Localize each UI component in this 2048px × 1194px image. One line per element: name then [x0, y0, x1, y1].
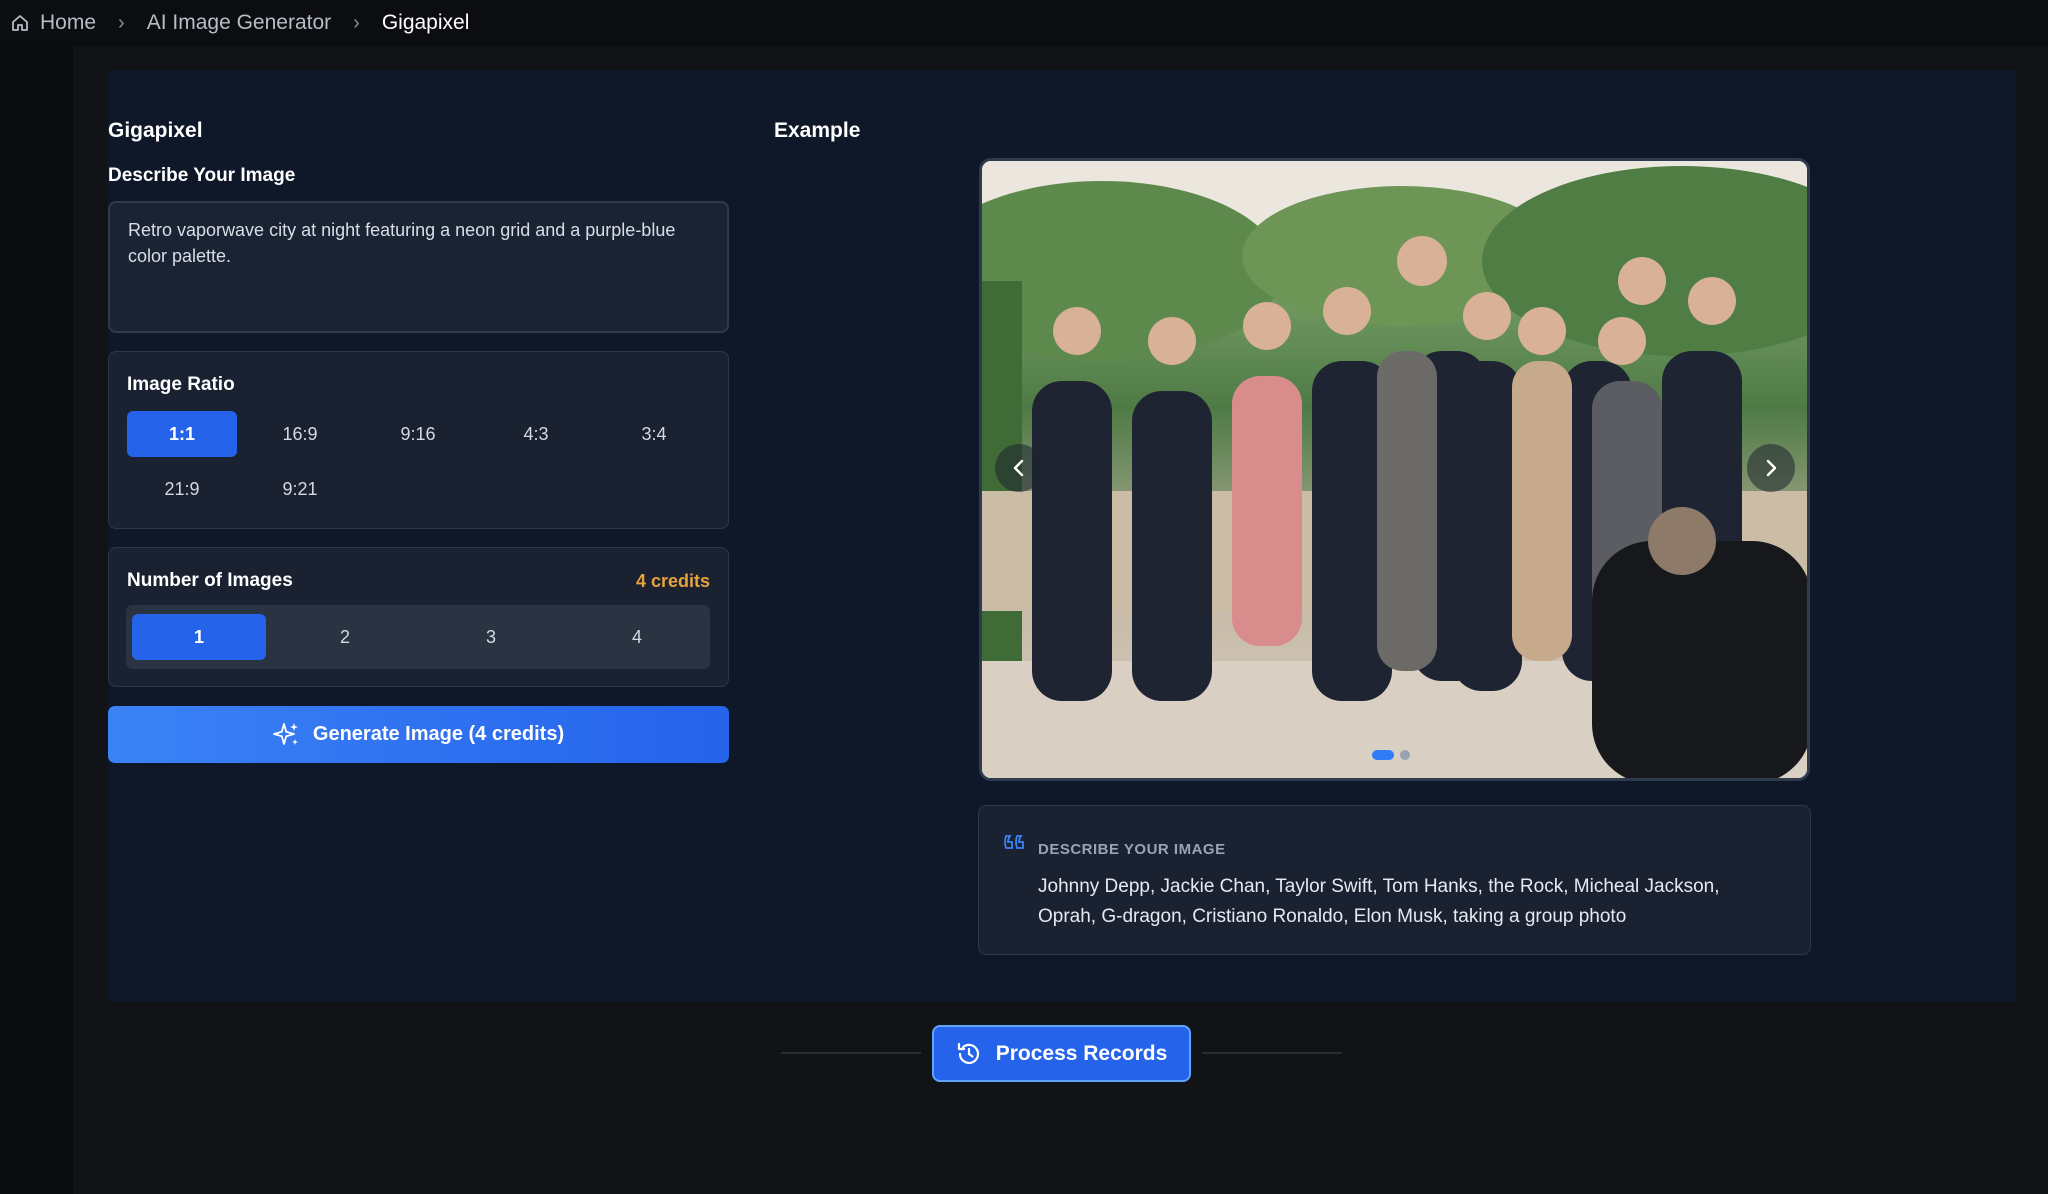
generate-button-label: Generate Image (4 credits)	[312, 723, 565, 745]
count-option-3[interactable]: 3	[424, 614, 558, 660]
chevron-right-icon	[1766, 459, 1777, 477]
carousel-indicators	[1372, 750, 1410, 760]
ratio-option-1-1[interactable]: 1:1	[127, 411, 237, 457]
chevron-left-icon	[1013, 459, 1024, 477]
count-option-2[interactable]: 2	[278, 614, 412, 660]
home-icon	[12, 15, 28, 31]
prompt-input[interactable]: Retro vaporwave city at night featuring …	[108, 201, 729, 333]
side-strip	[0, 46, 73, 1194]
example-image	[979, 158, 1810, 781]
count-option-4[interactable]: 4	[570, 614, 704, 660]
history-icon	[957, 1042, 979, 1064]
example-description-text: Johnny Depp, Jackie Chan, Taylor Swift, …	[1038, 876, 1720, 927]
carousel-next-button[interactable]	[1747, 444, 1795, 492]
breadcrumb-current: Gigapixel	[381, 11, 470, 34]
quote-icon	[1004, 835, 1024, 849]
tool-title: Gigapixel	[108, 119, 203, 142]
carousel-dot[interactable]	[1400, 750, 1410, 760]
carousel-dot[interactable]	[1372, 750, 1394, 760]
ratio-option-16-9[interactable]: 16:9	[245, 411, 355, 457]
image-ratio-card: Image Ratio 1:1 16:9 9:16 4:3 3:4 21:9 9…	[108, 351, 729, 529]
example-description-label: DESCRIBE YOUR IMAGE	[1038, 841, 1226, 858]
chevron-right-icon: ›	[118, 11, 125, 34]
image-count-selector: 1 2 3 4	[126, 605, 710, 669]
process-records-label: Process Records	[995, 1041, 1168, 1065]
example-title: Example	[774, 119, 861, 142]
carousel-prev-button[interactable]	[995, 444, 1043, 492]
chevron-right-icon: ›	[353, 11, 360, 34]
breadcrumb: Home › AI Image Generator › Gigapixel	[0, 0, 2048, 46]
ratio-option-9-16[interactable]: 9:16	[363, 411, 473, 457]
image-ratio-label: Image Ratio	[127, 374, 235, 395]
breadcrumb-section[interactable]: AI Image Generator	[147, 11, 331, 35]
divider	[781, 1052, 921, 1054]
group-photo-illustration	[982, 161, 1807, 778]
count-option-1[interactable]: 1	[132, 614, 266, 660]
generate-button[interactable]: Generate Image (4 credits)	[108, 706, 729, 763]
sparkle-icon	[272, 722, 298, 745]
breadcrumb-home[interactable]: Home	[10, 11, 96, 35]
credits-badge: 4 credits	[635, 571, 710, 591]
ratio-option-4-3[interactable]: 4:3	[481, 411, 591, 457]
describe-label: Describe Your Image	[108, 165, 296, 186]
process-records-button[interactable]: Process Records	[932, 1025, 1191, 1082]
divider	[1202, 1052, 1342, 1054]
ratio-option-3-4[interactable]: 3:4	[599, 411, 709, 457]
ratio-option-21-9[interactable]: 21:9	[127, 466, 237, 512]
breadcrumb-home-label: Home	[40, 11, 97, 34]
ratio-option-9-21[interactable]: 9:21	[245, 466, 355, 512]
image-count-label: Number of Images	[127, 570, 293, 591]
example-description-card: DESCRIBE YOUR IMAGE Johnny Depp, Jackie …	[978, 805, 1811, 955]
